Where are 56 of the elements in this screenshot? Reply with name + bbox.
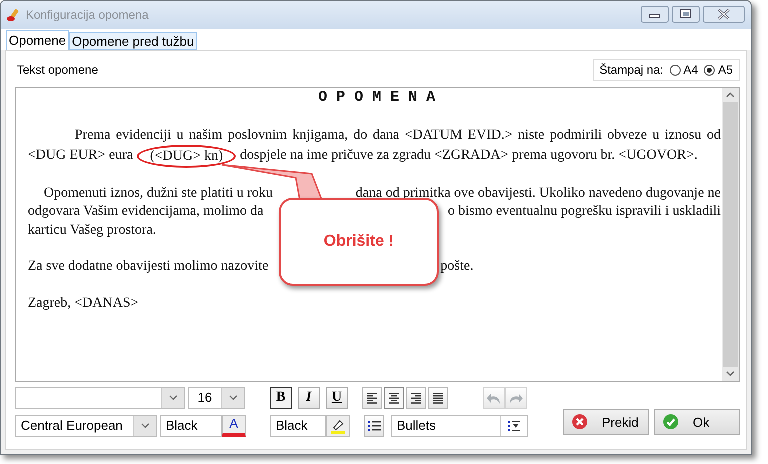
underline-button[interactable]: U <box>326 387 348 409</box>
font-size-combo[interactable]: 16 <box>188 387 245 409</box>
text-line: karticu Vašeg prostora. <box>28 222 156 238</box>
charset-combo[interactable]: Central European <box>15 415 157 437</box>
bullet-list-icon <box>366 418 382 434</box>
close-button[interactable] <box>703 6 745 23</box>
caret-icon <box>168 395 178 401</box>
text-line: Za sve dodatne obavijesti molimo nazovite <box>28 258 269 276</box>
align-left-icon <box>364 390 380 406</box>
align-center-button[interactable] <box>384 387 404 409</box>
highlight-color-field[interactable]: Black <box>270 415 326 437</box>
tab[interactable]: Opomene pred tužbu <box>69 32 198 50</box>
scroll-thumb[interactable] <box>723 102 738 367</box>
text-line: <DUG EUR> eura <box>28 146 134 165</box>
check-icon <box>663 414 679 430</box>
list-style-combo[interactable]: Bullets <box>391 415 528 437</box>
tab[interactable]: Opomene <box>6 30 70 50</box>
highlighter-icon <box>330 418 346 434</box>
callout: Obrišite ! <box>279 198 439 286</box>
caret-icon <box>140 423 150 429</box>
window-title: Konfiguracija opomena <box>26 8 150 22</box>
print-label: Štampaj na: <box>600 63 664 77</box>
text-line: Zagreb, <DANAS> <box>28 296 139 310</box>
cancel-icon <box>572 414 588 430</box>
font-color-field[interactable]: Black <box>160 415 222 437</box>
radio-label[interactable]: A5 <box>718 63 733 77</box>
highlight-button[interactable] <box>326 415 350 437</box>
align-justify-button[interactable] <box>428 387 448 409</box>
caret-icon <box>228 395 238 401</box>
ok-button[interactable]: Ok <box>654 409 740 435</box>
text-line: dospjele na ime pričuve za zgradu <ZGRADA> prema ugovoru br. <UGOVOR>. <box>240 146 698 165</box>
align-right-icon <box>408 390 424 406</box>
text-line: odgovara Vašim evidencijama, molimo da <box>28 203 264 221</box>
align-center-icon <box>386 390 402 406</box>
italic-button[interactable]: I <box>298 387 320 409</box>
radio-button[interactable] <box>670 64 681 76</box>
text-line: pošte. <box>440 258 474 276</box>
list-options-icon <box>506 418 522 434</box>
bullet-list-button[interactable] <box>364 415 384 437</box>
text-line: o bismo eventualnu pogrešku ispravili i uskladili <box>448 203 721 221</box>
cancel-button[interactable]: Prekid <box>563 409 649 435</box>
bold-button[interactable]: B <box>270 387 292 409</box>
radio-button[interactable] <box>704 64 716 76</box>
document-title: O P O M E N A <box>317 89 437 107</box>
align-right-button[interactable] <box>406 387 426 409</box>
text-line: Opomenuti iznos, dužni ste platiti u roku <box>44 184 274 202</box>
align-justify-icon <box>430 390 446 406</box>
align-left-button[interactable] <box>362 387 382 409</box>
section-label: Tekst opomene <box>16 63 98 77</box>
font-color-button[interactable]: A <box>222 415 246 437</box>
text-line: Prema evidenciji u našim poslovnim knjigama, do dana <DATUM EVID.> niste podmirili obveze u iznosu od <box>75 128 721 143</box>
minimize-button[interactable] <box>641 6 669 23</box>
text-editor[interactable] <box>15 87 740 382</box>
maximize-button[interactable] <box>672 6 700 23</box>
radio-label[interactable]: A4 <box>684 63 698 77</box>
scrollbar[interactable] <box>722 88 739 381</box>
